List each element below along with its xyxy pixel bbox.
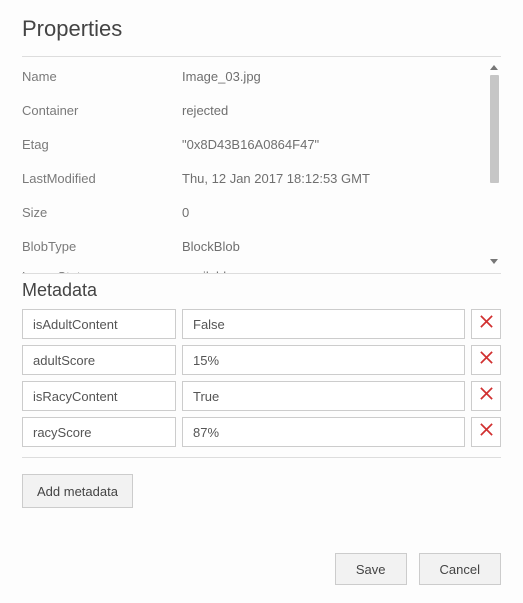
property-label: Etag [22, 137, 182, 152]
property-row: LeaseState available [22, 263, 501, 273]
delete-metadata-button[interactable] [471, 417, 501, 447]
property-label: BlobType [22, 239, 182, 254]
metadata-value-input[interactable] [182, 381, 465, 411]
property-label: Name [22, 69, 182, 84]
close-icon [479, 422, 494, 442]
metadata-table [22, 309, 501, 447]
property-value: 0 [182, 205, 189, 220]
scroll-up-icon[interactable] [487, 61, 501, 73]
metadata-title: Metadata [22, 280, 501, 301]
add-metadata-button[interactable]: Add metadata [22, 474, 133, 508]
save-button[interactable]: Save [335, 553, 407, 585]
close-icon [479, 314, 494, 334]
property-row: LastModified Thu, 12 Jan 2017 18:12:53 G… [22, 161, 501, 195]
metadata-key-input[interactable] [22, 309, 176, 339]
metadata-row [22, 417, 501, 447]
metadata-key-input[interactable] [22, 417, 176, 447]
property-row: Name Image_03.jpg [22, 59, 501, 93]
metadata-row [22, 381, 501, 411]
properties-list: Name Image_03.jpg Container rejected Eta… [22, 57, 501, 273]
divider [22, 457, 501, 458]
property-value: rejected [182, 103, 228, 118]
divider [22, 273, 501, 274]
property-row: Container rejected [22, 93, 501, 127]
scroll-down-icon[interactable] [487, 255, 501, 267]
delete-metadata-button[interactable] [471, 309, 501, 339]
metadata-row [22, 345, 501, 375]
property-row: BlobType BlockBlob [22, 229, 501, 263]
metadata-key-input[interactable] [22, 381, 176, 411]
metadata-key-input[interactable] [22, 345, 176, 375]
dialog-title: Properties [22, 16, 501, 42]
property-row: Etag "0x8D43B16A0864F47" [22, 127, 501, 161]
property-label: LastModified [22, 171, 182, 186]
property-label: Container [22, 103, 182, 118]
metadata-value-input[interactable] [182, 417, 465, 447]
scrollbar[interactable] [487, 61, 501, 267]
properties-dialog: Properties Name Image_03.jpg Container r… [0, 0, 523, 603]
property-value: BlockBlob [182, 239, 240, 254]
property-value: Thu, 12 Jan 2017 18:12:53 GMT [182, 171, 370, 186]
property-value: available [182, 269, 233, 273]
property-row: Size 0 [22, 195, 501, 229]
dialog-footer: Save Cancel [335, 553, 501, 585]
close-icon [479, 350, 494, 370]
property-label: Size [22, 205, 182, 220]
metadata-value-input[interactable] [182, 345, 465, 375]
property-label: LeaseState [22, 269, 182, 273]
cancel-button[interactable]: Cancel [419, 553, 501, 585]
delete-metadata-button[interactable] [471, 345, 501, 375]
close-icon [479, 386, 494, 406]
delete-metadata-button[interactable] [471, 381, 501, 411]
property-value: "0x8D43B16A0864F47" [182, 137, 319, 152]
metadata-row [22, 309, 501, 339]
property-value: Image_03.jpg [182, 69, 261, 84]
scrollbar-thumb[interactable] [490, 75, 499, 183]
metadata-value-input[interactable] [182, 309, 465, 339]
properties-scroll-area[interactable]: Name Image_03.jpg Container rejected Eta… [22, 57, 501, 273]
